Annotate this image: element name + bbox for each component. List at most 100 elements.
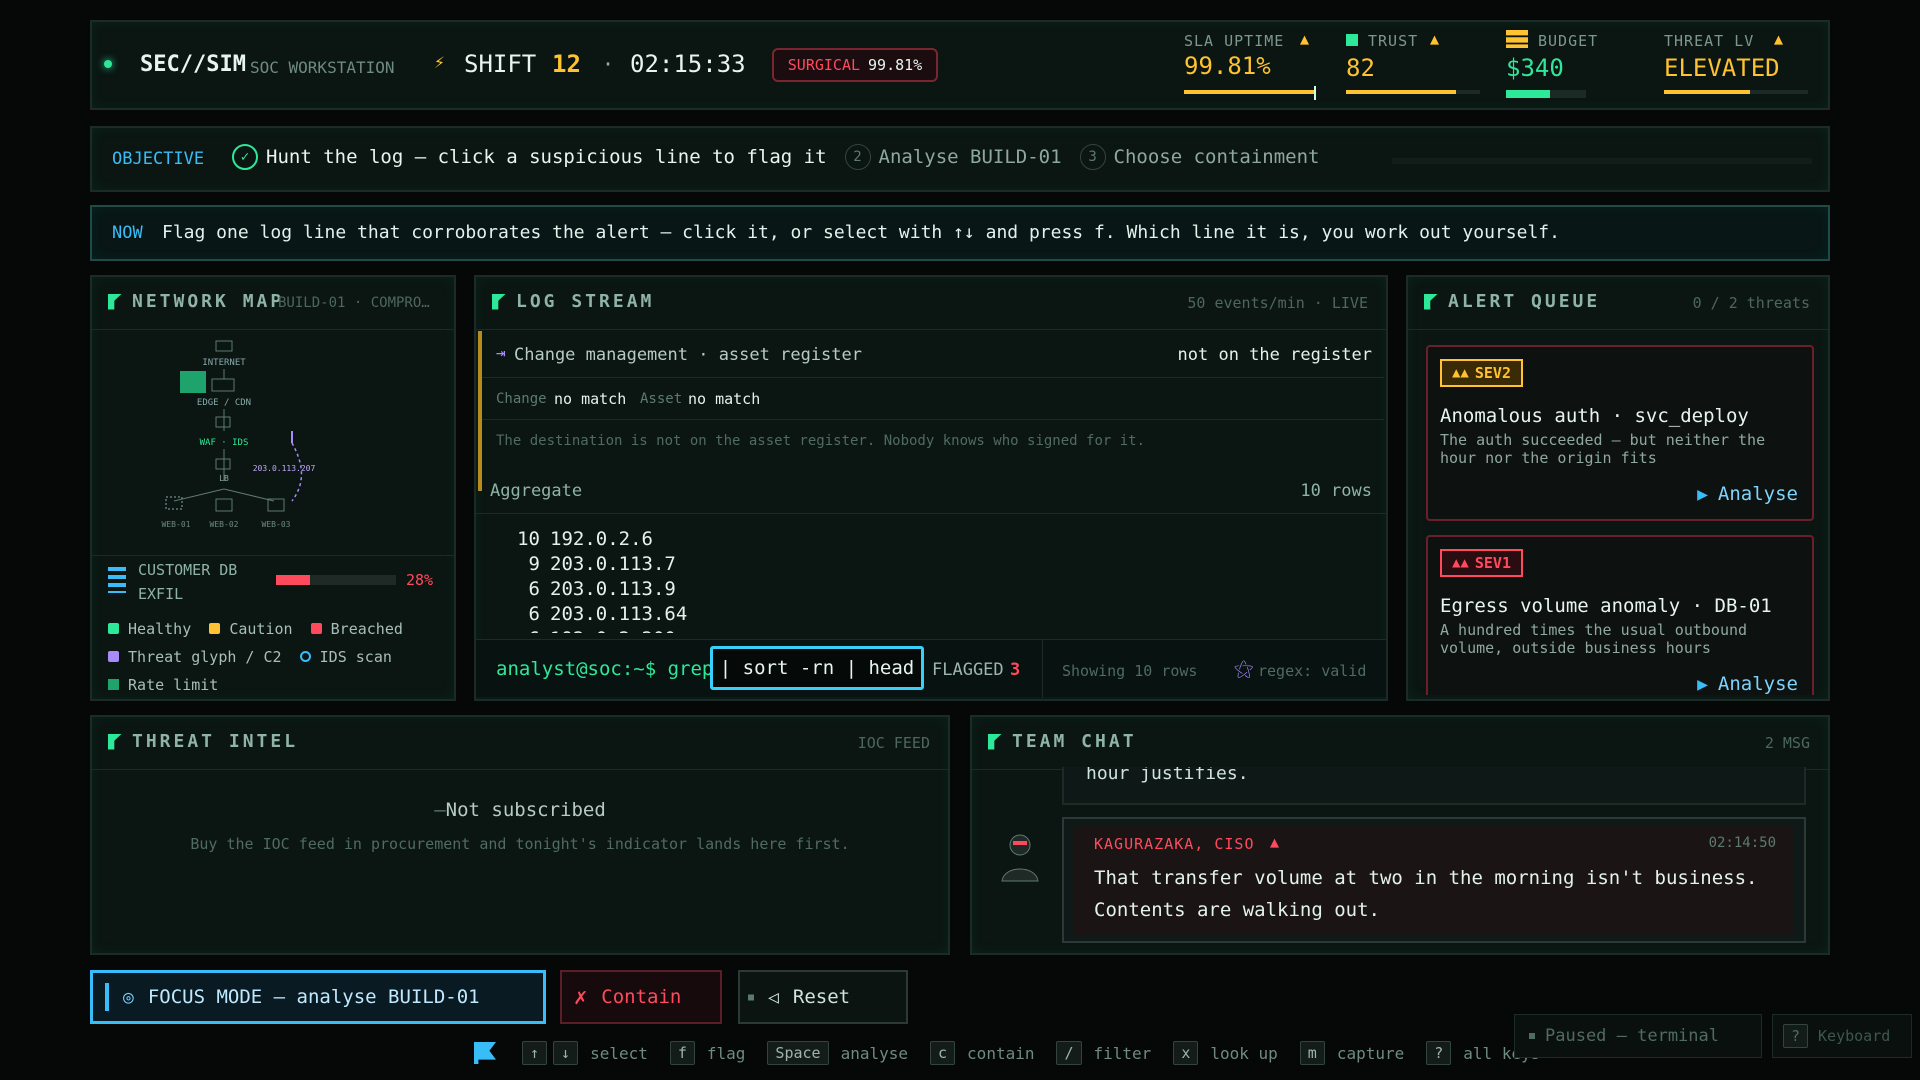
ids-scan-icon — [299, 651, 311, 662]
exfil-bar — [276, 575, 396, 585]
alert-description: A hundred times the usual outbound volum… — [1440, 621, 1748, 657]
target-icon: ◎ — [123, 986, 134, 1008]
web-01-label: WEB-01 — [162, 520, 191, 529]
shortcut-label: capture — [1336, 1043, 1405, 1063]
brand-title: SEC//SIM — [140, 52, 246, 77]
panel-flag-icon — [988, 733, 1002, 750]
threat-bar — [1664, 90, 1808, 94]
analyse-label: Analyse — [1717, 483, 1798, 505]
objective-step-text: Choose containment — [1113, 146, 1320, 168]
shortcut-hint: Space analyse — [767, 1041, 908, 1065]
workstation-label: SOC WORKSTATION — [250, 58, 395, 77]
now-instruction-bar: NOW Flag one log line that corroborates … — [90, 205, 1830, 261]
lb-node-box[interactable] — [215, 458, 231, 470]
surgical-label: SURGICAL — [787, 56, 861, 74]
message-line-1: That transfer volume at two in the morni… — [1094, 867, 1758, 889]
ciso-avatar-icon — [1001, 834, 1039, 882]
shortcut-label: flag — [706, 1043, 746, 1063]
log-row[interactable]: 10 192.0.2.6 — [496, 527, 896, 552]
reset-label: Reset — [792, 986, 851, 1008]
command-input[interactable]: | sort -rn | head — [710, 646, 924, 690]
alert-queue-title: ALERT QUEUE — [1448, 291, 1601, 312]
network-map-diagram[interactable]: INTERNET EDGE / CDN WAF · IDS LB 203.0.1… — [92, 331, 454, 551]
map-legend: Healthy Caution Breached Threat glyph / … — [108, 615, 448, 699]
reset-button[interactable]: ■ ◁ Reset — [738, 970, 908, 1024]
alert-card[interactable]: ▲▲ SEV1 Egress volume anomaly · DB-01 A hun… — [1426, 535, 1814, 695]
severity-label: SEV1 — [1474, 554, 1511, 572]
log-row[interactable]: 6 203.0.113.9 — [496, 577, 896, 602]
alert-card[interactable]: ▲▲ SEV2 Anomalous auth · svc_deploy The aut… — [1426, 345, 1814, 521]
message-time: 02:14:50 — [1708, 835, 1776, 851]
keyboard-label: Keyboard — [1818, 1027, 1891, 1045]
legend-row-1: Healthy Caution Breached — [108, 615, 448, 643]
change-icon: ⇥ — [496, 343, 506, 362]
team-chat-panel: TEAM CHAT 2 MSG hour justifies. KAGURAZA… — [970, 715, 1830, 955]
panel-flag-icon — [108, 293, 122, 310]
paused-dot-icon — [1529, 1033, 1535, 1039]
shortcut-hint: x look up — [1173, 1041, 1278, 1065]
breached-node[interactable] — [180, 371, 206, 393]
intel-status: Not subscribed — [445, 799, 606, 821]
metric-budget: BUDGET $340 — [1506, 28, 1616, 104]
log-row[interactable]: 6 203.0.113.64 — [496, 602, 896, 627]
flagged-label: FLAGGED — [932, 660, 1004, 680]
shift-number: 12 — [552, 50, 581, 78]
threat-warning-icon: ▲ — [1774, 30, 1784, 48]
internet-node[interactable]: INTERNET — [202, 340, 246, 368]
keyboard-help-button[interactable]: ? Keyboard — [1772, 1014, 1912, 1058]
key-cap: c — [930, 1041, 956, 1065]
threat-label: THREAT LV — [1664, 32, 1755, 50]
command-text: | sort -rn | head — [719, 657, 915, 679]
check-circle-icon: ✓ — [232, 144, 258, 170]
analyse-button[interactable]: ▶ Analyse — [1697, 673, 1798, 695]
terminal-row: analyst@soc:~$ grep | sort -rn | head FL… — [476, 639, 1386, 698]
c2-ip-label: 203.0.113.207 — [253, 464, 316, 473]
log-row-count: 9 — [528, 553, 540, 575]
change-value: no match — [554, 390, 627, 408]
shortcut-hint: f flag — [669, 1041, 746, 1065]
web-02-node[interactable] — [215, 498, 233, 512]
divider — [482, 377, 1384, 378]
metric-sla: SLA UPTIME ▲ 99.81% — [1184, 28, 1320, 104]
sla-threshold-tick — [1314, 86, 1316, 100]
focus-mode-button[interactable]: ◎ FOCUS MODE — analyse BUILD-01 — [90, 970, 546, 1024]
key-cap: m — [1299, 1041, 1325, 1065]
severity-label: SEV2 — [1474, 364, 1511, 382]
chat-message: KAGURAZAKA, CISO ▲ 02:14:50 That transfe… — [1062, 817, 1806, 943]
team-chat-title-row: TEAM CHAT — [988, 731, 1137, 752]
log-row-count: 6 — [496, 627, 540, 633]
severity-badge: ▲▲ SEV1 — [1440, 549, 1523, 577]
threat-intel-subtitle: IOC FEED — [857, 734, 930, 752]
contain-button[interactable]: ✗ Contain — [560, 970, 722, 1024]
change-label: Change — [496, 391, 547, 407]
bar-fill — [1506, 90, 1550, 98]
waf-node-box[interactable] — [215, 416, 231, 428]
divider — [1042, 640, 1043, 698]
bar-fill — [276, 575, 310, 585]
metric-threat: THREAT LV ▲ ELEVATED — [1664, 28, 1814, 104]
bar-fill — [1346, 90, 1456, 94]
edge-node[interactable] — [211, 378, 235, 392]
legend-ids: IDS scan — [319, 648, 392, 666]
contain-label: Contain — [601, 986, 682, 1008]
network-map-panel: NETWORK MAP BUILD-01 · COMPRO… INTERNET … — [90, 275, 456, 701]
shortcut-hint: m capture — [1299, 1041, 1405, 1065]
sla-value: 99.81% — [1184, 52, 1271, 80]
legend-rate: Rate limit — [128, 676, 219, 694]
web-03-label: WEB-03 — [262, 520, 291, 529]
shortcut-label: select — [590, 1043, 648, 1063]
paused-status[interactable]: Paused — terminal — [1514, 1014, 1762, 1058]
log-row[interactable]: 6 192.0.2.200 — [496, 627, 896, 633]
panel-flag-icon — [492, 293, 506, 310]
log-row[interactable]: 9 203.0.113.7 — [496, 552, 896, 577]
exfil-value: 28% — [406, 571, 434, 589]
log-row-count: 10 — [517, 528, 540, 550]
web-03-node[interactable] — [267, 498, 285, 512]
change-note: The destination is not on the asset regi… — [496, 433, 1146, 449]
key-cap: ↑ — [522, 1041, 548, 1065]
web-01-node[interactable] — [165, 496, 183, 510]
regex-icon: ⚝ — [1234, 656, 1254, 680]
legend-healthy: Healthy — [128, 620, 192, 638]
metric-trust: TRUST ▲ 82 — [1346, 28, 1486, 104]
analyse-button[interactable]: ▶ Analyse — [1697, 483, 1798, 505]
